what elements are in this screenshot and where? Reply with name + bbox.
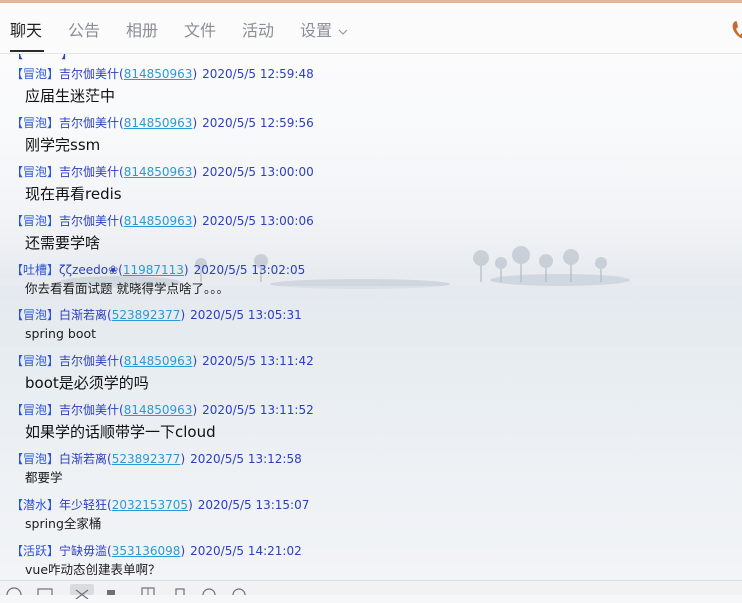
tab-settings-label: 设置 — [300, 21, 333, 40]
tab-announcements[interactable]: 公告 — [68, 20, 100, 42]
sender-name[interactable]: 白渐若离 — [59, 452, 107, 466]
phone-call-icon[interactable] — [730, 19, 742, 41]
sender-id-link[interactable]: 11987113 — [123, 263, 184, 277]
message-text: vue咋动态创建表单啊？ — [25, 562, 161, 577]
tab-files[interactable]: 文件 — [184, 20, 216, 42]
sender-id-link[interactable]: 814850963 — [124, 354, 193, 368]
message-text: 刚学完ssm — [25, 136, 101, 154]
message-header: 【冒泡】吉尔伽美什(814850963) 2020/5/5 13:11:52 — [11, 403, 314, 417]
sender-id-link[interactable]: 353136098 — [112, 544, 181, 558]
member-level-tag: 【冒泡】 — [11, 308, 60, 322]
member-level-tag: 【活跃】 — [11, 544, 60, 558]
sender-id-link[interactable]: 814850963 — [124, 165, 193, 179]
sender-id-link[interactable]: 2032153705 — [112, 498, 188, 512]
member-level-tag: 【冒泡】 — [11, 165, 60, 179]
member-level-tag: 【冒泡】 — [11, 452, 60, 466]
message-time: 2020/5/5 13:11:42 — [202, 354, 314, 368]
message-time: 2020/5/5 13:00:06 — [202, 214, 314, 228]
tab-activities[interactable]: 活动 — [242, 20, 274, 42]
sender-name[interactable]: 吉尔伽美什 — [59, 354, 119, 368]
sender-name[interactable]: 白渐若离 — [59, 308, 107, 322]
message-time: 2020/5/5 13:02:05 — [193, 263, 306, 277]
message-text: 如果学的话顺带学一下cloud — [25, 423, 216, 441]
sender-id-link[interactable]: 523892377 — [112, 452, 181, 466]
message-text: 应届生迷茫中 — [25, 87, 116, 105]
sender-id-link[interactable]: 814850963 — [124, 67, 193, 81]
message-text: 都要学 — [25, 470, 63, 485]
sender-name[interactable]: 吉尔伽美什 — [59, 403, 119, 417]
tab-album[interactable]: 相册 — [126, 20, 158, 42]
sender-id-link[interactable]: 814850963 — [124, 116, 193, 130]
message-text: 现在再看redis — [25, 185, 122, 203]
message-time: 2020/5/5 13:11:52 — [202, 403, 314, 417]
message-header: 【冒泡】吉尔伽美什(814850963) 2020/5/5 13:11:42 — [11, 354, 314, 368]
clipped-previous-message: 【 】 — [11, 54, 74, 61]
message-header: 【冒泡】吉尔伽美什(814850963) 2020/5/5 12:59:56 — [11, 116, 314, 130]
message-header: 【冒泡】白渐若离(523892377) 2020/5/5 13:05:31 — [11, 308, 302, 322]
member-level-tag: 【冒泡】 — [11, 403, 60, 417]
sender-id-link[interactable]: 814850963 — [124, 214, 193, 228]
message-text: boot是必须学的吗 — [25, 374, 149, 392]
sender-name[interactable]: ζζzeedo❀ — [59, 263, 118, 277]
tab-chat[interactable]: 聊天 — [10, 20, 42, 42]
message-header: 【冒泡】白渐若离(523892377) 2020/5/5 13:12:58 — [11, 452, 302, 466]
member-level-tag: 【冒泡】 — [11, 116, 60, 130]
sender-name[interactable]: 吉尔伽美什 — [59, 165, 119, 179]
member-level-tag: 【冒泡】 — [11, 67, 60, 81]
message-text: 还需要学啥 — [25, 234, 101, 252]
message-header: 【冒泡】吉尔伽美什(814850963) 2020/5/5 12:59:48 — [11, 67, 314, 81]
sender-name[interactable]: 吉尔伽美什 — [59, 116, 119, 130]
sender-id-link[interactable]: 814850963 — [124, 403, 193, 417]
active-tab-indicator — [10, 50, 44, 52]
message-header: 【吐槽】ζζzeedo❀(11987113) 2020/5/5 13:02:05 — [11, 263, 306, 277]
tab-settings[interactable]: 设置 — [300, 20, 348, 42]
member-level-tag: 【吐槽】 — [11, 263, 60, 277]
group-tab-bar: 聊天 公告 相册 文件 活动 设置 — [0, 3, 742, 54]
sender-name[interactable]: 年少轻狂 — [59, 498, 107, 512]
member-level-tag: 【潜水】 — [11, 498, 60, 512]
chevron-down-icon — [338, 29, 348, 35]
sender-id-link[interactable]: 523892377 — [112, 308, 181, 322]
member-level-tag: 【冒泡】 — [11, 354, 60, 368]
scissors-icon[interactable] — [70, 584, 94, 600]
message-time: 2020/5/5 13:12:58 — [190, 452, 302, 466]
member-level-tag: 【冒泡】 — [11, 214, 60, 228]
message-header: 【潜水】年少轻狂(2032153705) 2020/5/5 13:15:07 — [11, 498, 310, 512]
message-text: spring全家桶 — [25, 516, 102, 531]
message-time: 2020/5/5 13:00:00 — [202, 165, 314, 179]
message-header: 【冒泡】吉尔伽美什(814850963) 2020/5/5 13:00:00 — [11, 165, 314, 179]
message-time: 2020/5/5 13:05:31 — [190, 308, 302, 322]
message-time: 2020/5/5 12:59:48 — [202, 67, 314, 81]
chat-message-area[interactable]: 【 】 【冒泡】吉尔伽美什(814850963) 2020/5/5 12:59:4… — [0, 54, 742, 580]
sender-name[interactable]: 吉尔伽美什 — [59, 67, 119, 81]
message-text: spring boot — [25, 326, 97, 341]
message-time: 2020/5/5 12:59:56 — [202, 116, 314, 130]
message-header: 【冒泡】吉尔伽美什(814850963) 2020/5/5 13:00:06 — [11, 214, 314, 228]
sender-name[interactable]: 吉尔伽美什 — [59, 214, 119, 228]
message-text: 你去看看面试题 就晓得学点啥了。。。 — [25, 281, 229, 296]
message-header: 【活跃】宁缺毋滥(353136098) 2020/5/5 14:21:02 — [11, 544, 302, 558]
input-toolbar — [0, 580, 742, 600]
message-time: 2020/5/5 14:21:02 — [190, 544, 302, 558]
sender-name[interactable]: 宁缺毋滥 — [59, 544, 107, 558]
message-time: 2020/5/5 13:15:07 — [197, 498, 310, 512]
